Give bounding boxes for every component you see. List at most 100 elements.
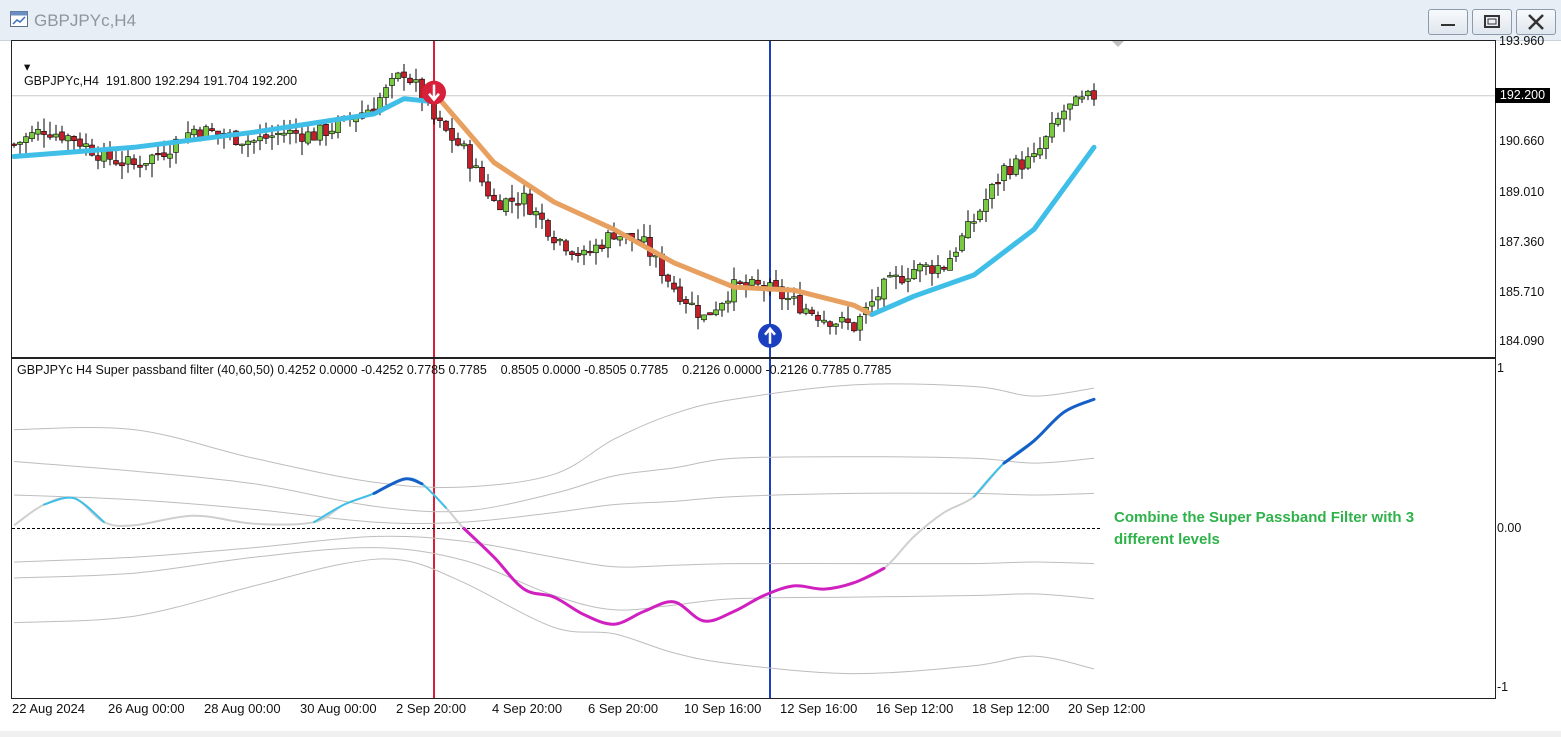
bear-candle (527, 193, 533, 215)
bear-candle (137, 164, 143, 168)
bull-candle (953, 251, 959, 257)
bull-candle (329, 130, 335, 135)
bull-candle (875, 296, 881, 301)
chart-window-icon (10, 11, 28, 27)
bull-candle (521, 192, 527, 205)
bear-candle (815, 314, 821, 321)
time-axis-label: 18 Sep 12:00 (972, 701, 1050, 716)
ma-line-up-segment-2 (869, 144, 1097, 317)
maximize-icon (1484, 15, 1500, 28)
bear-candle (215, 130, 221, 135)
bull-candle (287, 129, 293, 134)
time-axis-label: 6 Sep 20:00 (588, 701, 659, 716)
bull-candle (977, 210, 983, 221)
bear-candle (845, 318, 851, 323)
bear-candle (449, 128, 455, 141)
level-band-line (13, 456, 1095, 513)
bull-candle (965, 221, 971, 239)
close-button[interactable] (1516, 9, 1556, 35)
time-axis-label: 30 Aug 00:00 (300, 701, 377, 716)
indicator-header: GBPJPYc H4 Super passband filter (40,60,… (17, 363, 892, 377)
bear-candle (311, 131, 317, 141)
bull-candle (473, 165, 479, 168)
bear-candle (575, 252, 581, 256)
bull-candle (533, 211, 539, 216)
bull-candle (1031, 153, 1037, 158)
bull-candle (191, 128, 197, 136)
bear-candle (71, 136, 77, 142)
time-axis-label: 4 Sep 20:00 (492, 701, 563, 716)
time-axis-label: 10 Sep 16:00 (684, 701, 762, 716)
bear-candle (569, 251, 575, 255)
bull-candle (305, 131, 311, 144)
filter-line-up-light (313, 477, 447, 524)
bull-candle (461, 143, 467, 147)
annotation-text: Combine the Super Passband Filter with 3… (1114, 507, 1454, 551)
bull-candle (125, 156, 131, 165)
bear-candle (851, 322, 857, 332)
bull-candle (83, 143, 89, 147)
bull-candle (275, 132, 281, 136)
bull-candle (947, 258, 953, 271)
bull-candle (35, 128, 41, 135)
price-axis-label: 185.710 (1499, 284, 1545, 299)
bear-candle (599, 244, 605, 250)
chart-dropdown-icon[interactable]: ▾ (24, 60, 30, 74)
window-title: GBPJPYc,H4 (34, 11, 137, 30)
bull-candle (791, 296, 797, 299)
bull-candle (641, 236, 647, 243)
bull-candle (935, 265, 941, 274)
bear-candle (671, 282, 677, 290)
bear-candle (545, 220, 551, 237)
time-axis-label: 26 Aug 00:00 (108, 701, 185, 716)
bear-candle (563, 240, 569, 252)
price-axis-label: 193.960 (1499, 34, 1545, 49)
bull-candle (983, 199, 989, 212)
bull-candle (881, 278, 887, 300)
bull-candle (65, 135, 71, 142)
bull-candle (725, 300, 731, 304)
bear-candle (677, 286, 683, 302)
window-titlebar: GBPJPYc,H4 (0, 0, 1561, 41)
minimize-icon (1441, 24, 1455, 26)
bull-candle (395, 72, 401, 79)
bear-candle (323, 124, 329, 136)
bear-candle (437, 117, 443, 121)
bull-candle (911, 269, 917, 280)
bull-candle (143, 163, 149, 166)
bear-candle (59, 131, 65, 141)
time-axis-label: 12 Sep 16:00 (780, 701, 858, 716)
time-axis-label: 2 Sep 20:00 (396, 701, 467, 716)
bear-candle (707, 312, 713, 316)
price-axis-label: 189.010 (1499, 184, 1545, 199)
bear-candle (1007, 166, 1013, 176)
price-chart-header: ▾ GBPJPYc,H4 191.800 192.294 191.704 192… (17, 45, 297, 88)
bull-candle (281, 132, 287, 136)
bull-candle (1055, 118, 1061, 125)
bull-candle (605, 232, 611, 249)
bear-candle (299, 133, 305, 142)
bear-candle (1091, 90, 1097, 100)
bull-candle (239, 143, 245, 146)
bear-candle (809, 309, 815, 315)
level-band-line (13, 558, 1095, 675)
bear-candle (131, 158, 137, 165)
minimize-button[interactable] (1428, 9, 1468, 35)
bull-candle (989, 184, 995, 199)
time-axis-label: 20 Sep 12:00 (1068, 701, 1146, 716)
bear-candle (401, 71, 407, 78)
bull-candle (503, 198, 509, 212)
bear-candle (95, 155, 101, 161)
bear-candle (41, 131, 47, 135)
bull-candle (1061, 110, 1067, 120)
bear-candle (737, 281, 743, 284)
filter-line-up-strong (1002, 397, 1096, 465)
level-band-line (13, 492, 1095, 524)
maximize-button[interactable] (1472, 9, 1512, 35)
bull-candle (1067, 103, 1073, 110)
price-chart (11, 41, 1495, 357)
bear-candle (479, 167, 485, 183)
bull-candle (905, 278, 911, 282)
bear-candle (467, 144, 473, 169)
bull-candle (857, 316, 863, 331)
